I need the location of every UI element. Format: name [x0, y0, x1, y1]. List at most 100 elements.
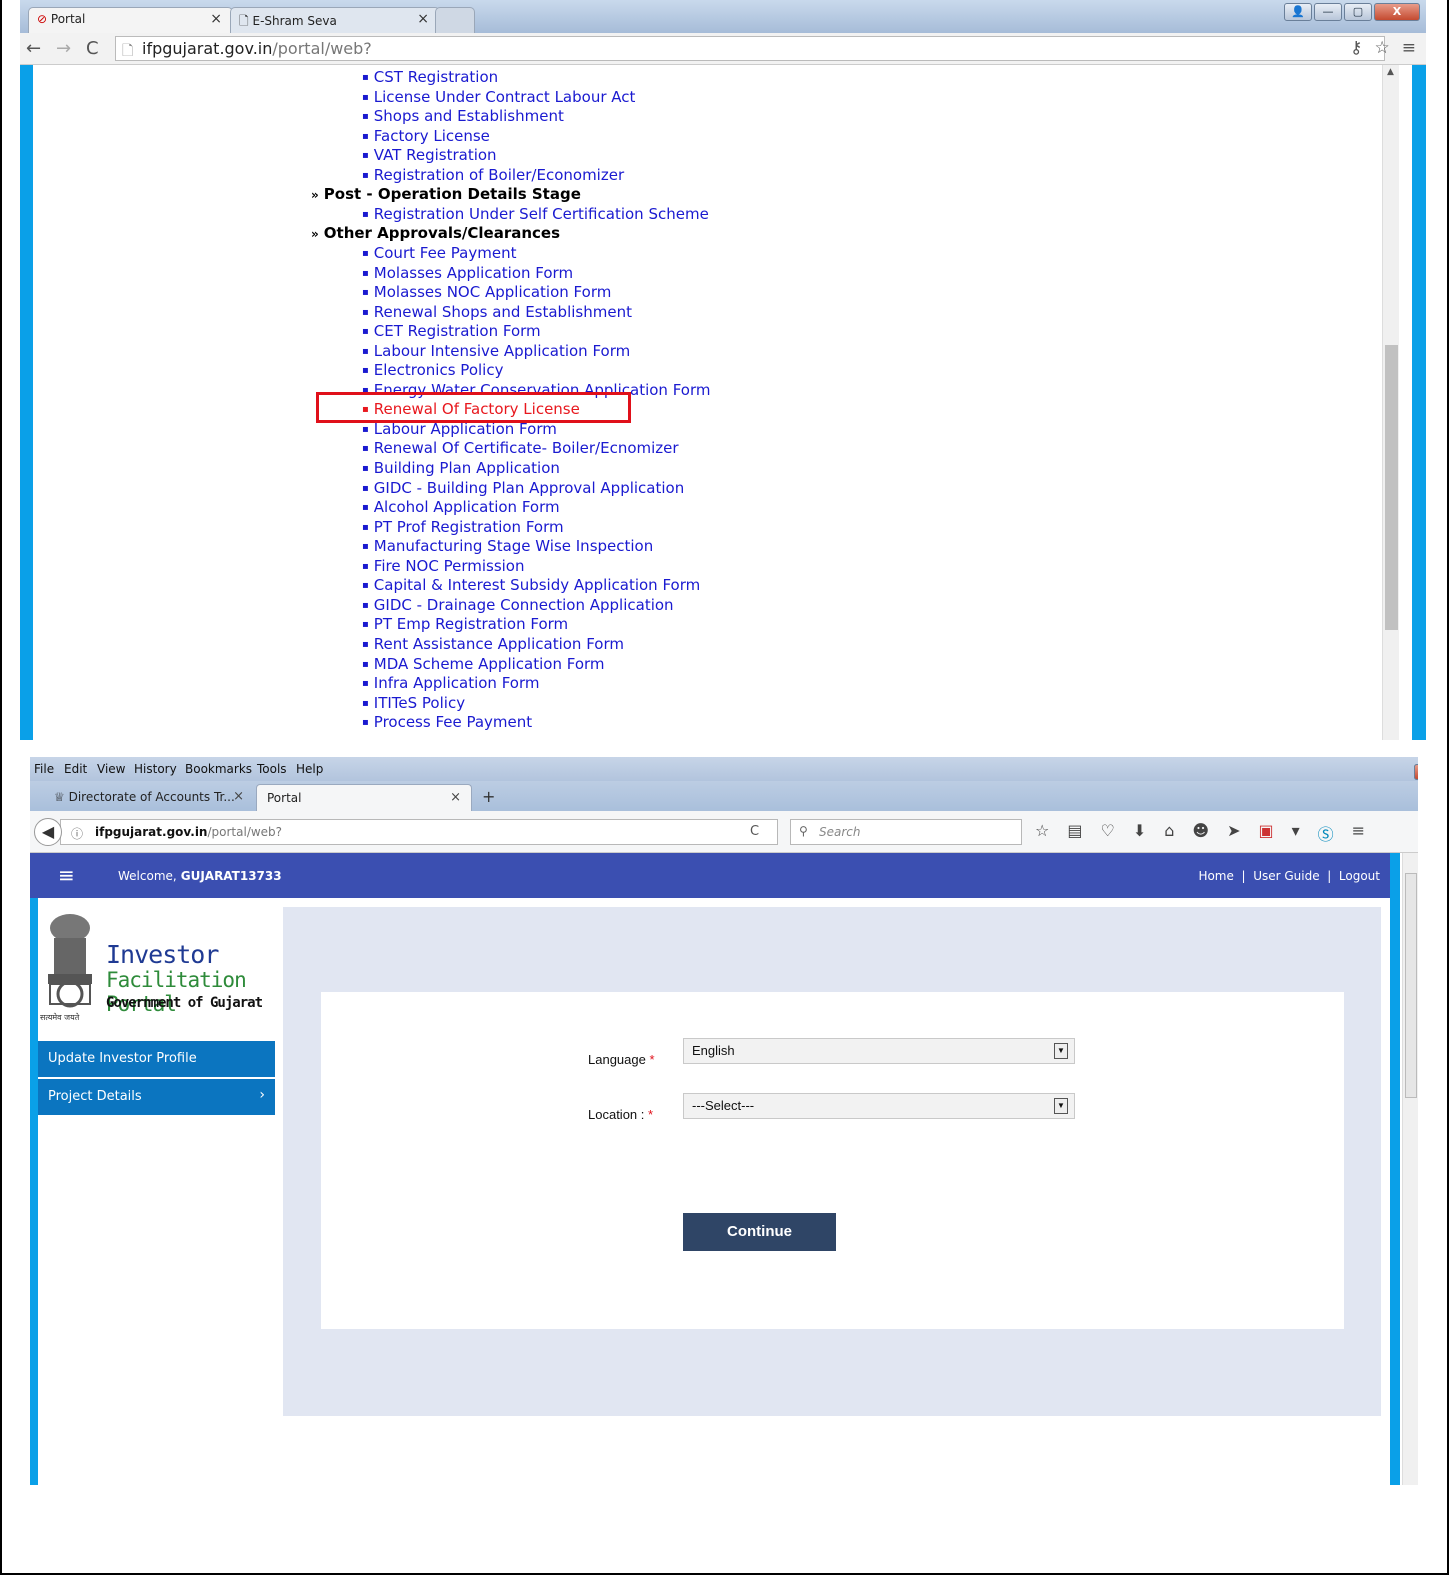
bullet-icon: ▪ [362, 717, 369, 728]
menu-link[interactable]: ▪ Court Fee Payment [362, 244, 516, 262]
menu-link[interactable]: ▪ Factory License [362, 127, 490, 145]
key-icon[interactable]: ⚷ [1350, 38, 1362, 58]
menu-link[interactable]: ▪ PT Prof Registration Form [362, 518, 564, 536]
back-arrow-icon[interactable]: ← [26, 38, 41, 59]
close-icon[interactable]: × [210, 11, 222, 27]
menu-link[interactable]: ▪ Alcohol Application Form [362, 498, 560, 516]
menu-help[interactable]: Help [296, 762, 323, 776]
reading-list-icon[interactable]: ▤ [1067, 821, 1082, 845]
bullet-icon: ▪ [362, 72, 369, 83]
menu-icon[interactable]: ≡ [1352, 821, 1365, 845]
close-window-icon[interactable]: X [1414, 764, 1418, 780]
star-icon[interactable]: ☆ [1375, 38, 1390, 58]
reload-icon[interactable]: C [86, 38, 99, 59]
menu-link[interactable]: ▪ CET Registration Form [362, 322, 541, 340]
menu-link[interactable]: ▪ Registration Under Self Certification S… [362, 205, 709, 223]
frame-right-border [1412, 65, 1426, 740]
reload-icon[interactable]: C [750, 824, 759, 839]
menu-link[interactable]: ▪ Renewal Shops and Establishment [362, 303, 632, 321]
menu-link[interactable]: ▪ GIDC - Drainage Connection Application [362, 596, 674, 614]
info-icon[interactable]: ⓘ [71, 825, 83, 842]
back-arrow-icon[interactable]: ◀ [34, 818, 62, 846]
window-controls: 👤 — ▢ X [1284, 3, 1420, 21]
bookmark-star-icon[interactable]: ☆ [1035, 821, 1049, 845]
side-nav-update-profile[interactable]: Update Investor Profile [38, 1041, 275, 1077]
menu-link[interactable]: ▪ MDA Scheme Application Form [362, 655, 605, 673]
menu-label: Building Plan Application [373, 459, 560, 477]
logo-title: Investor [106, 940, 219, 969]
dropdown-icon[interactable]: ▾ [1292, 821, 1300, 845]
download-icon[interactable]: ⬇ [1133, 821, 1146, 845]
menu-view[interactable]: View [97, 762, 125, 776]
menu-link[interactable]: ▪ CST Registration [362, 68, 498, 86]
chat-icon[interactable]: ☻ [1192, 821, 1209, 845]
close-icon[interactable]: × [450, 790, 461, 805]
menu-file[interactable]: File [34, 762, 54, 776]
menu-link[interactable]: ▪ GIDC - Building Plan Approval Applicati… [362, 479, 684, 497]
menu-icon[interactable]: ≡ [1402, 38, 1416, 58]
menu-link[interactable]: ▪ Registration of Boiler/Economizer [362, 166, 624, 184]
menu-link[interactable]: ▪ License Under Contract Labour Act [362, 88, 635, 106]
dropdown-arrow-icon[interactable]: ▼ [1054, 1043, 1068, 1059]
menu-link[interactable]: ▪ Fire NOC Permission [362, 557, 525, 575]
menu-link[interactable]: ▪ ITITeS Policy [362, 694, 465, 712]
menu-link[interactable]: ▪ Building Plan Application [362, 459, 560, 477]
side-nav-project-details[interactable]: Project Details › [38, 1079, 275, 1115]
maximize-icon[interactable]: ▢ [1344, 3, 1372, 21]
search-input[interactable]: ⚲ Search [790, 819, 1022, 845]
new-tab-button[interactable] [435, 7, 475, 33]
menu-link[interactable]: ▪ VAT Registration [362, 146, 497, 164]
continue-button[interactable]: Continue [683, 1213, 836, 1251]
news-icon[interactable]: ▣ [1258, 821, 1273, 845]
menu-link[interactable]: ▪ Renewal Of Certificate- Boiler/Ecnomize… [362, 439, 679, 457]
menu-history[interactable]: History [134, 762, 177, 776]
menu-link[interactable]: ▪ Capital & Interest Subsidy Application … [362, 576, 700, 594]
side-nav-label: Project Details [48, 1089, 142, 1104]
user-guide-link[interactable]: User Guide [1253, 869, 1319, 883]
menu-link[interactable]: ▪ Electronics Policy [362, 361, 503, 379]
send-icon[interactable]: ➤ [1227, 821, 1240, 845]
address-bar[interactable]: 🗋 ifpgujarat.gov.in/portal/web? [115, 36, 1385, 61]
menu-edit[interactable]: Edit [64, 762, 87, 776]
scroll-up-icon[interactable]: ▲ [1387, 67, 1394, 77]
minimize-icon[interactable]: — [1314, 3, 1342, 21]
tab-portal[interactable]: ⊘ Portal × [28, 7, 233, 33]
tab-directorate[interactable]: ♕ Directorate of Accounts Tr... × [44, 784, 254, 811]
menu-link[interactable]: ▪ Shops and Establishment [362, 107, 564, 125]
scroll-thumb[interactable] [1385, 345, 1398, 630]
tab-eshram[interactable]: 🗋 E-Shram Seva × [230, 7, 440, 33]
menu-link[interactable]: ▪ Infra Application Form [362, 674, 539, 692]
home-link[interactable]: Home [1198, 869, 1233, 883]
menu-link[interactable]: ▪ Manufacturing Stage Wise Inspection [362, 537, 653, 555]
logout-link[interactable]: Logout [1339, 869, 1380, 883]
forward-arrow-icon[interactable]: → [56, 38, 71, 59]
menu-tools[interactable]: Tools [257, 762, 287, 776]
menu-link[interactable]: ▪ Rent Assistance Application Form [362, 635, 624, 653]
language-select[interactable]: English ▼ [683, 1038, 1075, 1064]
page-icon: 🗋 [122, 43, 134, 59]
close-icon[interactable]: × [417, 11, 429, 27]
vertical-scrollbar[interactable] [1402, 853, 1418, 1485]
menu-link[interactable]: ▪ Process Fee Payment [362, 713, 532, 731]
address-bar[interactable]: ⓘ ifpgujarat.gov.in/portal/web? [60, 819, 778, 845]
menu-bookmarks[interactable]: Bookmarks [185, 762, 252, 776]
dropdown-arrow-icon[interactable]: ▼ [1054, 1098, 1068, 1114]
user-icon[interactable]: 👤 [1284, 3, 1312, 21]
location-select[interactable]: ---Select--- ▼ [683, 1093, 1075, 1119]
new-tab-plus-icon[interactable]: + [482, 787, 495, 806]
menu-link[interactable]: ▪ PT Emp Registration Form [362, 615, 568, 633]
tab-portal[interactable]: Portal × [256, 784, 472, 811]
vertical-scrollbar[interactable]: ▲ [1382, 65, 1399, 740]
close-window-icon[interactable]: X [1374, 3, 1420, 21]
menubar: File Edit View History Bookmarks Tools H… [30, 757, 1418, 781]
home-icon[interactable]: ⌂ [1164, 821, 1174, 845]
menu-link[interactable]: ▪ Labour Intensive Application Form [362, 342, 630, 360]
hamburger-menu-icon[interactable]: ≡ [58, 863, 75, 887]
menu-link[interactable]: ▪ Molasses NOC Application Form [362, 283, 611, 301]
scroll-thumb[interactable] [1405, 873, 1417, 1098]
skype-icon[interactable]: Ⓢ [1318, 821, 1334, 845]
pocket-icon[interactable]: ♡ [1100, 821, 1114, 845]
close-icon[interactable]: × [233, 789, 244, 804]
url-host: ifpgujarat.gov.in [95, 825, 208, 839]
menu-link[interactable]: ▪ Molasses Application Form [362, 264, 573, 282]
